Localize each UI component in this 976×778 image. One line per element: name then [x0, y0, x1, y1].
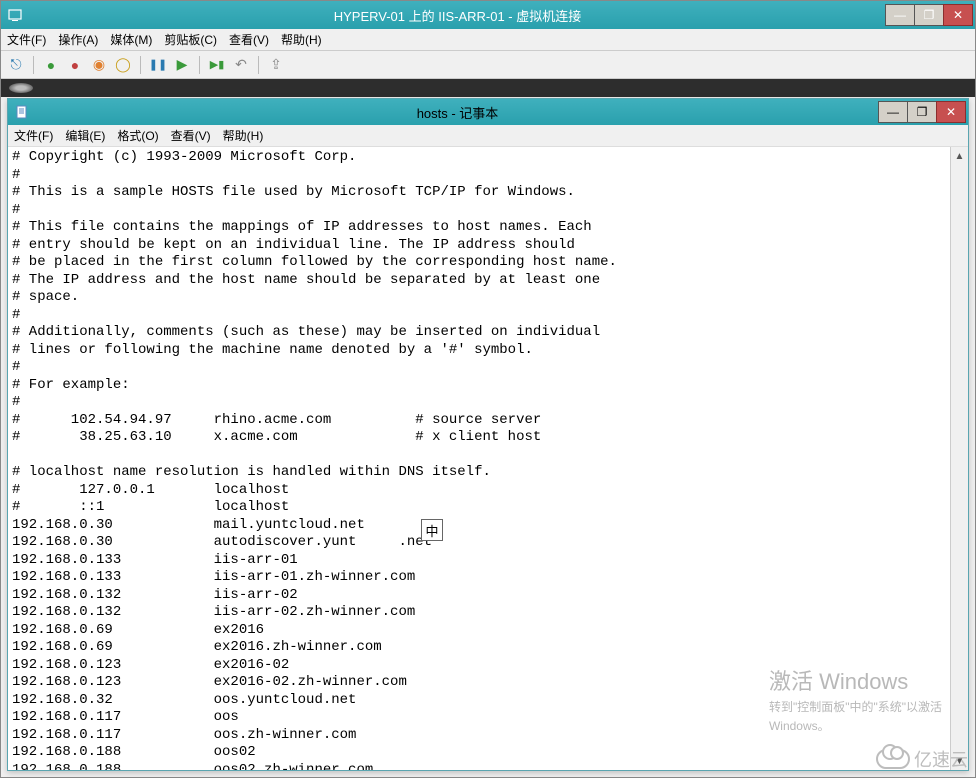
notepad-title: hosts - 记事本 — [36, 103, 879, 122]
outer-window-title: HYPERV-01 上的 IIS-ARR-01 - 虚拟机连接 — [29, 6, 886, 25]
brand-text: 亿速云 — [914, 746, 968, 772]
start-icon[interactable]: ● — [42, 56, 60, 74]
notepad-menu-view[interactable]: 查看(V) — [171, 127, 211, 144]
shutdown-icon[interactable]: ◉ — [90, 56, 108, 74]
reset-icon[interactable]: ▶ — [173, 56, 191, 74]
revert-icon[interactable]: ↶ — [232, 56, 250, 74]
notepad-menu-help[interactable]: 帮助(H) — [223, 127, 264, 144]
notepad-menu-edit[interactable]: 编辑(E) — [65, 127, 105, 144]
close-button[interactable]: ✕ — [943, 4, 973, 26]
notepad-maximize-button[interactable]: ❐ — [907, 101, 937, 123]
notepad-menu-file[interactable]: 文件(F) — [14, 127, 53, 144]
minimize-button[interactable]: — — [885, 4, 915, 26]
app-icon — [5, 5, 25, 25]
menu-clipboard[interactable]: 剪贴板(C) — [164, 31, 217, 48]
menu-file[interactable]: 文件(F) — [7, 31, 46, 48]
notepad-window: hosts - 记事本 — ❐ ✕ 文件(F) 编辑(E) 格式(O) 查看(V… — [7, 98, 969, 771]
menu-help[interactable]: 帮助(H) — [281, 31, 322, 48]
notepad-menu-format[interactable]: 格式(O) — [117, 127, 158, 144]
separator — [258, 56, 259, 74]
vertical-scrollbar[interactable]: ▲ ▼ — [950, 147, 968, 770]
checkpoint-icon[interactable]: ▶▮ — [208, 56, 226, 74]
editor-area: # Copyright (c) 1993-2009 Microsoft Corp… — [8, 147, 968, 770]
notepad-minimize-button[interactable]: — — [878, 101, 908, 123]
menu-media[interactable]: 媒体(M) — [110, 31, 152, 48]
ctrlaltdel-icon[interactable]: ⎋ — [7, 56, 25, 74]
notepad-window-controls: — ❐ ✕ — [879, 101, 966, 123]
share-icon[interactable]: ⇪ — [267, 56, 285, 74]
outer-menubar: 文件(F) 操作(A) 媒体(M) 剪贴板(C) 查看(V) 帮助(H) — [1, 29, 975, 51]
ime-indicator[interactable]: 中 — [421, 519, 443, 541]
scroll-up-icon[interactable]: ▲ — [951, 147, 968, 165]
outer-window-controls: — ❐ ✕ — [886, 4, 973, 26]
separator — [140, 56, 141, 74]
menu-view[interactable]: 查看(V) — [229, 31, 269, 48]
disk-activity-icon — [9, 83, 33, 93]
save-icon[interactable]: ◯ — [114, 56, 132, 74]
notepad-menubar: 文件(F) 编辑(E) 格式(O) 查看(V) 帮助(H) — [8, 125, 968, 147]
separator — [33, 56, 34, 74]
connection-bar — [1, 79, 975, 97]
maximize-button[interactable]: ❐ — [914, 4, 944, 26]
separator — [199, 56, 200, 74]
menu-action[interactable]: 操作(A) — [58, 31, 98, 48]
notepad-titlebar[interactable]: hosts - 记事本 — ❐ ✕ — [8, 99, 968, 125]
brand-watermark: 亿速云 — [876, 746, 968, 772]
text-editor[interactable]: # Copyright (c) 1993-2009 Microsoft Corp… — [8, 147, 950, 770]
notepad-icon — [12, 102, 32, 122]
pause-icon[interactable]: ❚❚ — [149, 56, 167, 74]
notepad-close-button[interactable]: ✕ — [936, 101, 966, 123]
turnoff-icon[interactable]: ● — [66, 56, 84, 74]
cloud-icon — [876, 749, 910, 769]
outer-titlebar[interactable]: HYPERV-01 上的 IIS-ARR-01 - 虚拟机连接 — ❐ ✕ — [1, 1, 975, 29]
hyperv-connection-window: HYPERV-01 上的 IIS-ARR-01 - 虚拟机连接 — ❐ ✕ 文件… — [0, 0, 976, 778]
outer-toolbar: ⎋ ● ● ◉ ◯ ❚❚ ▶ ▶▮ ↶ ⇪ — [1, 51, 975, 79]
